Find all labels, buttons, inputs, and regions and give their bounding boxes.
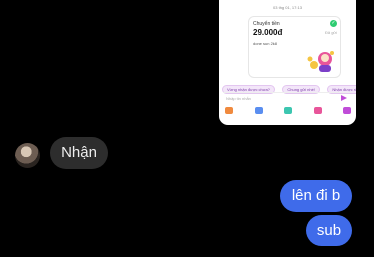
check-icon: ✓: [330, 20, 337, 27]
shared-screenshot[interactable]: 03 thg 01, 17:13 Chuyển tiền 29.000đ don…: [219, 0, 356, 125]
screenshot-timestamp: 03 thg 01, 17:13: [273, 5, 302, 10]
transfer-amount: 29.000đ: [253, 28, 283, 37]
send-icon[interactable]: [341, 95, 347, 101]
transfer-label: Chuyển tiền: [253, 21, 280, 27]
quick-reply-chips: Vừng nhận được chưa? Chung gửi nhé! Nhận…: [222, 78, 356, 94]
note-icon[interactable]: [343, 107, 351, 114]
transfer-card: Chuyển tiền 29.000đ done sun 2k8 ✓ Đã gử…: [248, 16, 341, 78]
image-icon[interactable]: [254, 107, 263, 114]
sticker-icon[interactable]: [284, 107, 292, 114]
transfer-status: done sun 2k8: [253, 41, 278, 46]
input-toolbar: [225, 107, 351, 117]
coin-icon[interactable]: [225, 107, 233, 114]
incoming-message[interactable]: Nhận: [50, 137, 108, 169]
gif-icon[interactable]: [313, 107, 322, 114]
message-input-placeholder: Nhập tin nhắn: [226, 96, 251, 101]
message-input-bar[interactable]: Nhập tin nhắn: [223, 92, 352, 103]
outgoing-message[interactable]: sub: [306, 215, 352, 246]
outgoing-message[interactable]: lên đi b: [280, 180, 352, 212]
sent-tag: Đã gửi: [324, 30, 337, 35]
mascot-illustration-icon: [307, 51, 334, 72]
avatar[interactable]: [15, 143, 40, 168]
